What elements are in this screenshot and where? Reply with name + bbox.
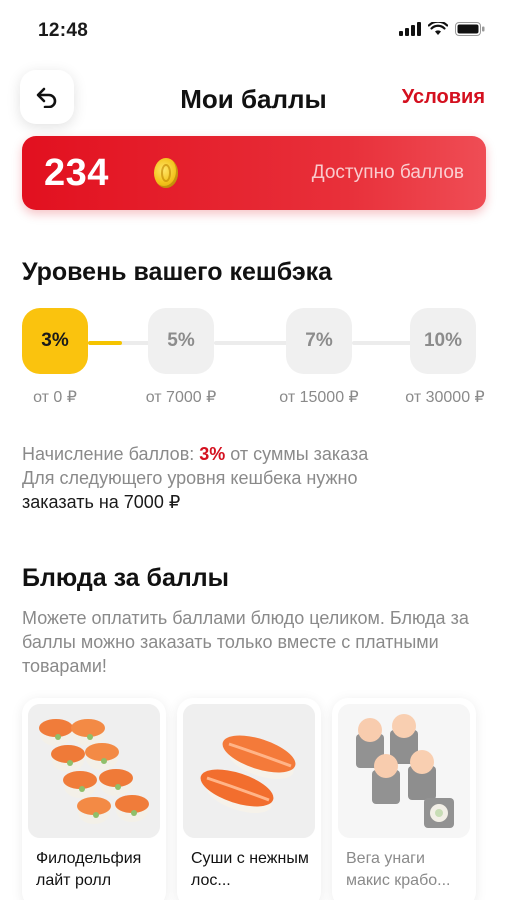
level-badge-10: 10%: [410, 308, 476, 374]
level-threshold: от 0 ₽: [33, 389, 77, 406]
dish-card[interactable]: Суши с нежным лос...: [177, 698, 321, 900]
dish-card[interactable]: Вега унаги макис крабо...: [332, 698, 476, 900]
level-progress-fill: [88, 341, 122, 345]
battery-icon: [455, 22, 485, 36]
accrual-suffix: от суммы заказа: [225, 444, 369, 464]
rolls-image: [28, 704, 160, 838]
level-threshold: от 15000 ₽: [279, 389, 359, 406]
dish-name: Вега унаги макис крабо...: [346, 850, 451, 889]
dish-image-maki: [338, 704, 470, 838]
next-level-line: Для следующего уровня кешбека нужно: [22, 468, 358, 488]
dishes-carousel[interactable]: Филодельфия лайт ролл Суши с нежным лос.…: [22, 698, 507, 900]
points-balance-card: 234 Доступно баллов: [22, 136, 486, 210]
dish-image-rolls: [28, 704, 160, 838]
dish-name: Филодельфия лайт ролл: [36, 850, 142, 889]
cashback-levels: 3% 5% 7% 10% от 0 ₽ от 7000 ₽ от 15000 ₽…: [0, 308, 507, 408]
accrual-percent: 3%: [199, 444, 226, 464]
cellular-signal-icon: [399, 22, 421, 36]
points-balance-caption: Доступно баллов: [311, 162, 464, 183]
cashback-level-title: Уровень вашего кешбэка: [22, 258, 333, 286]
status-icons: [399, 22, 485, 36]
cashback-info: Начисление баллов: 3% от суммы заказа Дл…: [22, 442, 492, 514]
maki-image: [338, 704, 470, 838]
level-connector: [352, 341, 412, 345]
nigiri-image: [183, 704, 315, 838]
level-badge-7: 7%: [286, 308, 352, 374]
dishes-for-points-description: Можете оплатить баллами блюдо целиком. Б…: [22, 608, 469, 676]
accrual-prefix: Начисление баллов:: [22, 444, 200, 464]
level-threshold: от 7000 ₽: [145, 389, 217, 406]
points-balance-value: 234: [44, 152, 109, 194]
level-threshold: от 30000 ₽: [405, 389, 485, 406]
dish-name: Суши с нежным лос...: [191, 850, 309, 889]
level-badge-5: 5%: [148, 308, 214, 374]
wifi-icon: [428, 22, 448, 35]
dish-card[interactable]: Филодельфия лайт ролл: [22, 698, 166, 900]
status-time: 12:48: [38, 20, 89, 41]
dishes-for-points-title: Блюда за баллы: [22, 564, 229, 592]
dish-image-nigiri: [183, 704, 315, 838]
next-level-amount: заказать на 7000 ₽: [22, 492, 181, 512]
terms-link[interactable]: Условия: [402, 86, 485, 109]
accrual-line: Начисление баллов: 3% от суммы заказа: [22, 442, 492, 466]
level-connector: [214, 341, 288, 345]
header: Мои баллы Условия: [0, 66, 507, 128]
level-badge-3: 3%: [22, 308, 88, 374]
coin-icon: [154, 158, 178, 188]
status-bar: 12:48: [0, 0, 507, 60]
